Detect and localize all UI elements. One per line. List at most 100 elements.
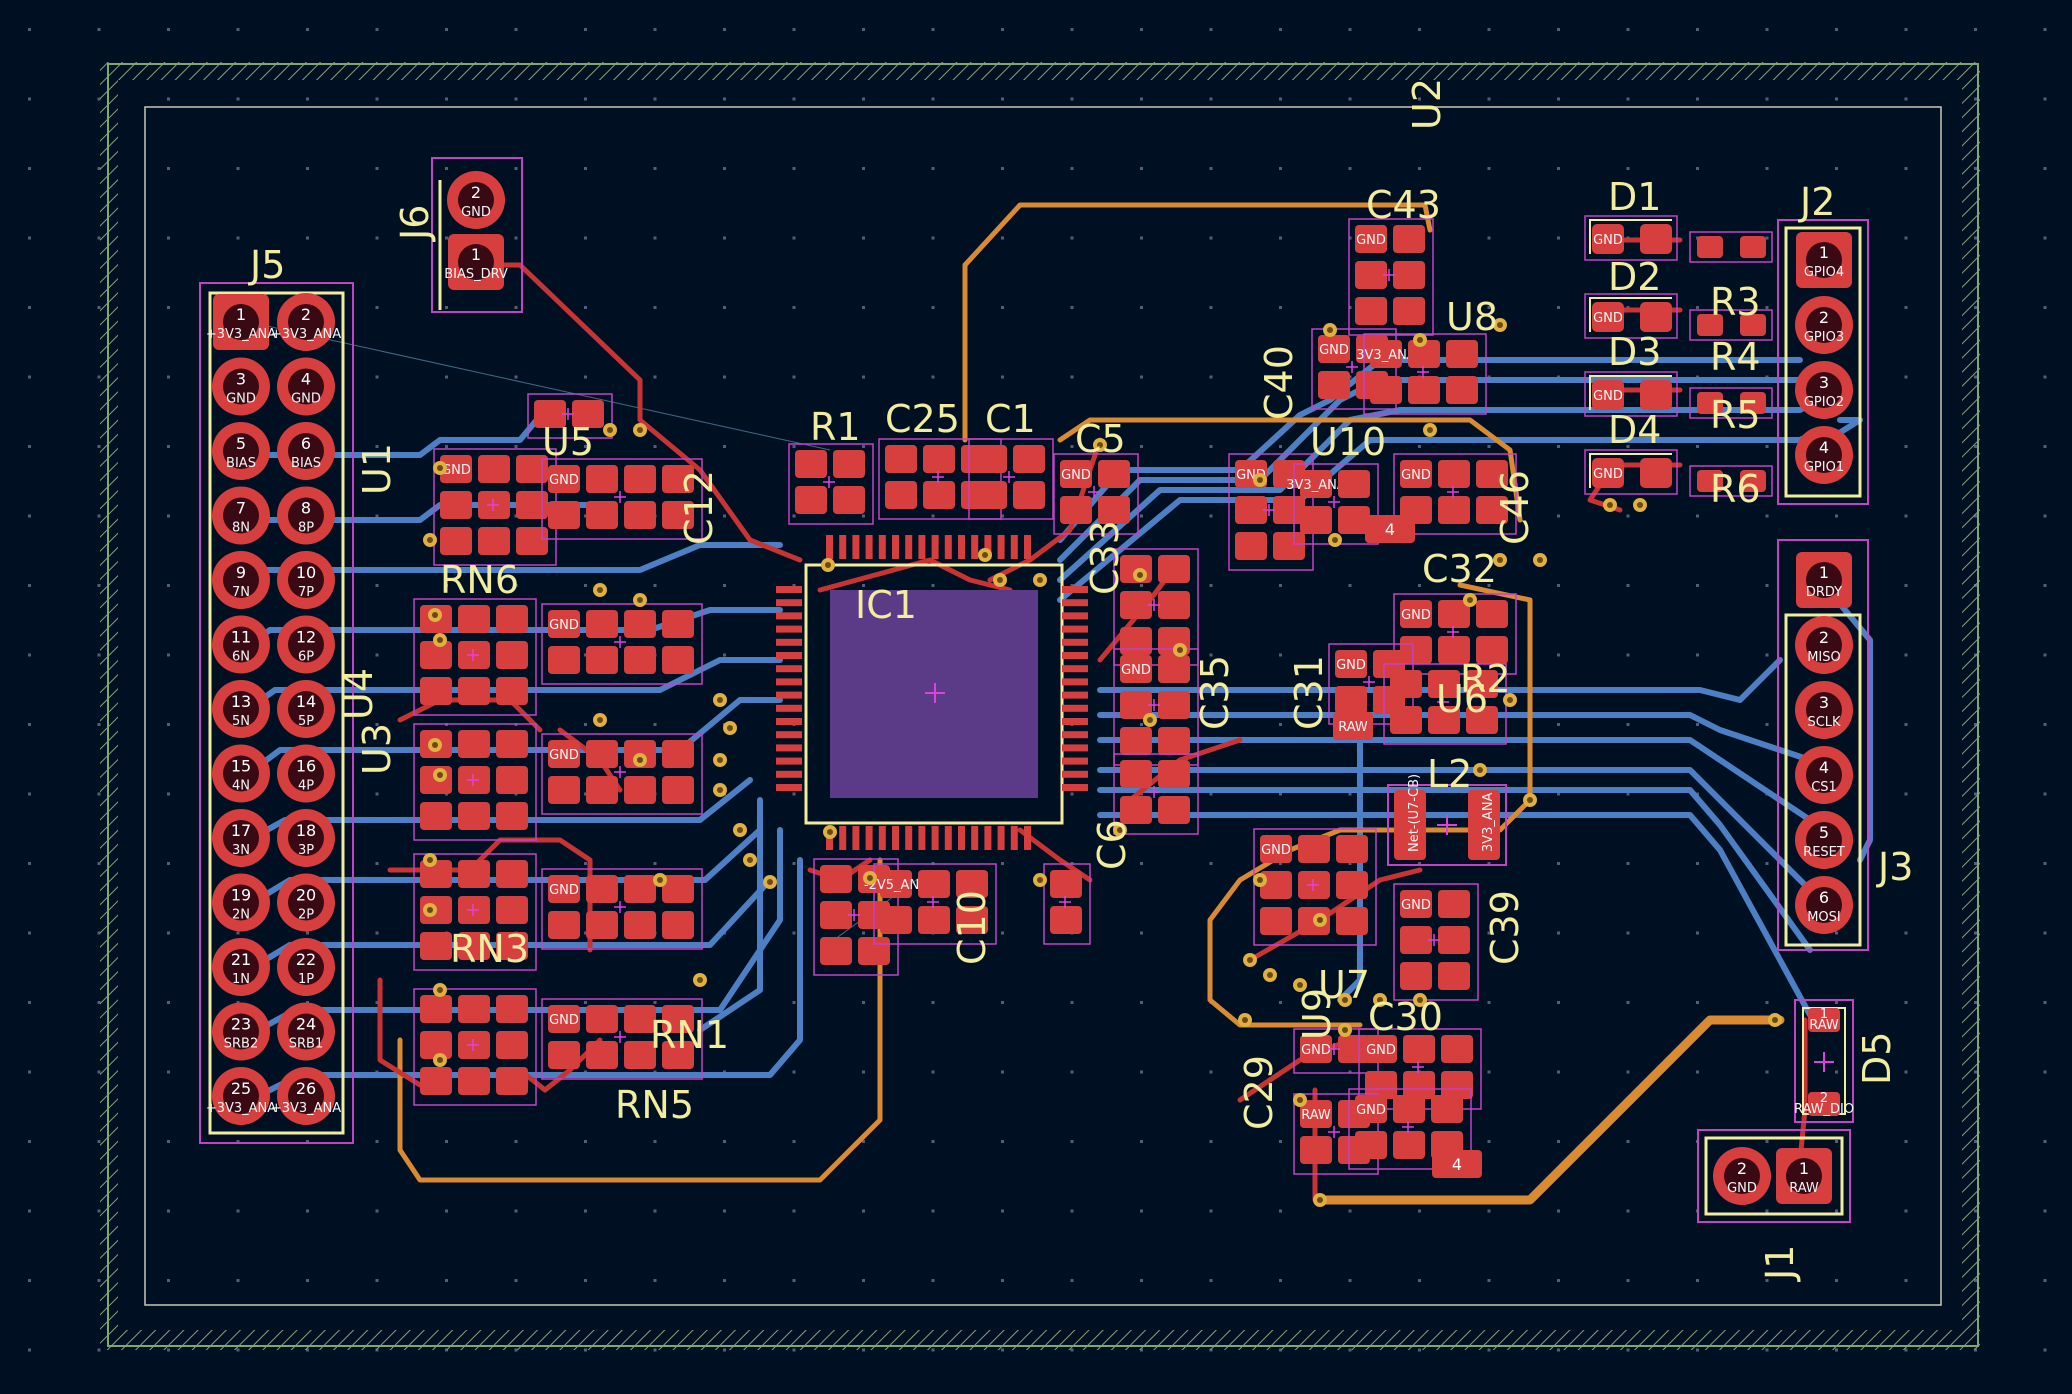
pad-label: 4P (298, 779, 314, 794)
smd-pad (496, 766, 528, 794)
ic-pin (1062, 678, 1088, 686)
pad-label: 1N (232, 972, 250, 987)
ic-pin (997, 535, 1005, 559)
smd-pad (624, 610, 656, 638)
ic-pin (852, 535, 860, 559)
smd-pad (1120, 727, 1152, 755)
smd-pad-label: GND (1356, 1103, 1386, 1118)
pad-4: 4 GND (277, 357, 335, 416)
smd-pad (624, 501, 656, 529)
ic-pin (776, 757, 802, 765)
smd-component[interactable]: GND (433, 448, 557, 566)
led-pad (1640, 380, 1672, 410)
pad-6: 6 BIAS (277, 422, 335, 480)
smd-pad (1365, 1071, 1397, 1099)
ic-pin (776, 665, 802, 673)
pad-12: 126P (277, 615, 335, 674)
pad-label: 1P (298, 972, 314, 987)
smd-pad (496, 896, 528, 924)
resistor-pad (1697, 236, 1723, 258)
smd-pad (1273, 532, 1305, 560)
regulator-tab-pad: 4 (1432, 1150, 1482, 1178)
ic-pin (1062, 652, 1088, 659)
pad-number: 15 (231, 757, 251, 776)
ref-c30: C30 (1368, 995, 1443, 1039)
smd-pad (918, 906, 950, 934)
smd-pad (458, 860, 490, 888)
pad-label: 3P (298, 843, 314, 858)
smd-pad (1336, 871, 1368, 899)
pad-3: 3 GND (212, 357, 270, 416)
smd-pad (478, 455, 510, 483)
ic-pin (971, 535, 979, 559)
smd-pad (795, 486, 827, 514)
l2-pad2-label: 3V3_ANA (1481, 792, 1496, 852)
smd-pad (1390, 670, 1422, 698)
ic-pin (776, 770, 802, 778)
smd-pad (1355, 1131, 1387, 1159)
pad-2: 2 GPIO3 (1795, 296, 1853, 354)
pad-13: 135N (212, 680, 270, 738)
pad-number: 2 (1737, 1159, 1747, 1178)
smd-pad-label: GND (1121, 663, 1151, 678)
smd-pad (1120, 627, 1152, 655)
ic-pin (1010, 826, 1018, 850)
ref-d3: D3 (1608, 330, 1661, 374)
pad-label: 3N (232, 843, 250, 858)
smd-pad (586, 610, 618, 638)
ic-pin (776, 744, 802, 752)
ic-pin (776, 731, 802, 739)
smd-pad-label: GND (549, 473, 579, 488)
pad-9: 97N (212, 551, 270, 609)
ic-pin (931, 826, 939, 850)
pad-number: 26 (296, 1079, 316, 1098)
pad-15: 154N (212, 744, 270, 803)
pad-number: 14 (296, 692, 316, 711)
pad-label: 4N (232, 779, 250, 794)
pad-number: 5 (236, 434, 246, 453)
smd-component[interactable] (413, 988, 537, 1106)
pad-1: 1 RAW (1776, 1148, 1832, 1204)
pad-label: GND (291, 392, 321, 407)
smd-pad (586, 1041, 618, 1069)
smd-pad (458, 677, 490, 705)
pad-label: BIAS (226, 456, 256, 471)
smd-pad (1438, 460, 1470, 488)
d5-pad-1: 1RAW (1808, 1007, 1840, 1033)
smd-pad (1446, 376, 1478, 404)
pad-17: 173N (212, 809, 270, 867)
ic-pin (1062, 625, 1088, 633)
pcb-canvas[interactable]: IC1 J5 1 +3V3_ANA 2 +3V3_ANA 3 GND 4 GND 5 BIAS 6 B… (0, 0, 2072, 1394)
smd-pad (1158, 760, 1190, 788)
smd-pad (548, 776, 580, 804)
ref-r1: R1 (810, 405, 861, 449)
ic-pin (1062, 665, 1088, 673)
smd-pad-label: GND (549, 748, 579, 763)
smd-pad-label: GND (1401, 898, 1431, 913)
smd-pad (516, 491, 548, 519)
smd-pad (516, 527, 548, 555)
pad-label: 5P (298, 714, 314, 729)
pad-label: RAW_DIO (1794, 1102, 1854, 1117)
smd-pad (923, 445, 955, 473)
ic-pin (776, 678, 802, 686)
smd-pad (1098, 496, 1130, 524)
pad-number: 2 (1819, 628, 1829, 647)
ref-j6: J6 (393, 205, 437, 242)
smd-component[interactable]: GND (1253, 828, 1377, 946)
ref-r2: R2 (1460, 657, 1511, 701)
smd-pad (496, 802, 528, 830)
pad-number: 13 (231, 692, 251, 711)
resistor-pad (1740, 236, 1766, 258)
ref-u10: U10 (1310, 420, 1386, 464)
smd-pad (586, 465, 618, 493)
smd-pad (1355, 261, 1387, 289)
ref-c5: C5 (1075, 417, 1126, 461)
ref-u8: U8 (1446, 295, 1498, 339)
pad-label: SCLK (1807, 715, 1841, 730)
ref-c35: C35 (1193, 655, 1237, 730)
pad-label: BIAS_DRV (444, 267, 508, 282)
ic-pin (776, 704, 802, 712)
pad-label: GND (226, 392, 256, 407)
smd-pad (885, 445, 917, 473)
